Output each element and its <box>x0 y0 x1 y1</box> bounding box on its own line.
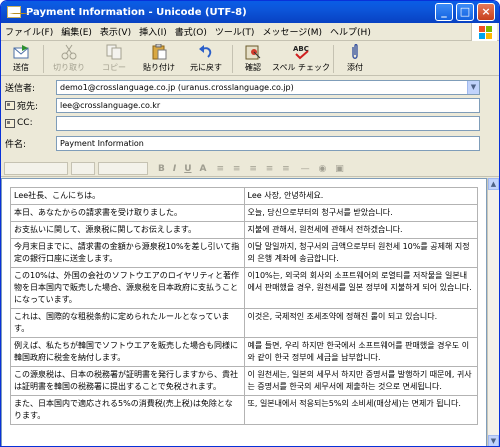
windows-logo-icon <box>471 23 497 41</box>
korean-cell[interactable]: 이것은, 국제적인 조세조약에 정해진 룰이 되고 있습니다. <box>243 308 478 338</box>
from-label: 送信者: <box>5 83 36 94</box>
korean-cell[interactable]: 오늘, 당신으로부터의 청구서를 받았습니다. <box>243 204 478 222</box>
bold-button[interactable]: B <box>158 164 165 174</box>
japanese-cell[interactable]: この10%は、外国の会社のソフトウエアのロイヤリティと著作物を日本国内で販売した… <box>10 267 245 309</box>
message-body[interactable]: Lee社長、こんにちは。 Lee 사장, 안녕하세요. 本日、あなたからの請求書を受… <box>1 178 487 446</box>
scissors-icon <box>61 44 77 60</box>
copy-icon <box>106 44 122 60</box>
translation-table: Lee社長、こんにちは。 Lee 사장, 안녕하세요. 本日、あなたからの請求書を受… <box>10 187 478 425</box>
table-row: 本日、あなたからの請求書を受け取りました。 오늘, 당신으로부터의 청구서를 받았… <box>10 204 478 222</box>
menu-view[interactable]: 表示(V) <box>96 25 135 38</box>
send-icon <box>13 45 29 59</box>
japanese-cell[interactable]: お支払いに関して、源泉税に関してお伝えします。 <box>10 221 245 239</box>
format-bar: B I U A ≡ ≡ ≡ ≡ ≡ — ◉ ▣ <box>1 161 499 177</box>
paperclip-icon <box>352 44 358 59</box>
email-compose-window: Payment Information - Unicode (UTF-8) _ … <box>0 0 500 447</box>
maximize-button[interactable]: □ <box>456 3 474 21</box>
table-row: これは、国際的な租税条約に定められたルールとなっています。 이것은, 국제적인 조… <box>10 308 478 338</box>
japanese-cell[interactable]: 本日、あなたからの請求書を受け取りました。 <box>10 204 245 222</box>
korean-cell[interactable]: 이10%는, 외국의 회사의 소프트웨어의 로열티를 저작물을 일본내에서 판매… <box>243 267 478 309</box>
toolbar-separator <box>232 45 233 73</box>
attach-button[interactable]: 添付 <box>336 42 374 74</box>
korean-cell[interactable]: 이달 말일까지, 청구서의 금액으로부터 원천세 10%를 공제해 지정의 은행… <box>243 238 478 268</box>
toolbar: 送信 切り取り コピー 貼り付け 元に戻す 確認 ABC スペル チェック 添付 <box>1 42 499 76</box>
to-field[interactable]: lee@crosslanguage.co.kr <box>56 97 480 113</box>
style-select[interactable] <box>98 162 148 175</box>
font-select[interactable] <box>4 162 68 175</box>
japanese-cell[interactable]: 例えば、私たちが韓国でソフトウエアを販売した場合も同様に韓国政府に税金を納付しま… <box>10 337 245 367</box>
japanese-cell[interactable]: これは、国際的な租税条約に定められたルールとなっています。 <box>10 308 245 338</box>
to-row: 宛先: lee@crosslanguage.co.kr <box>1 97 499 113</box>
menu-tools[interactable]: ツール(T) <box>211 25 259 38</box>
cut-button[interactable]: 切り取り <box>46 42 92 74</box>
toolbar-separator <box>333 45 334 73</box>
minimize-button[interactable]: _ <box>435 3 453 21</box>
check-names-button[interactable]: 確認 <box>235 42 271 74</box>
address-check-icon <box>245 45 261 60</box>
menu-insert[interactable]: 挿入(I) <box>135 25 171 38</box>
message-headers: 送信者: demo1@crosslanguage.co.jp (uranus.c… <box>1 77 499 159</box>
menu-format[interactable]: 書式(O) <box>171 25 211 38</box>
menu-file[interactable]: ファイル(F) <box>1 25 57 38</box>
korean-cell[interactable]: 또, 일본내에서 적응되는5%의 소비세(매상세)는 면제가 됩니다. <box>243 395 478 425</box>
vertical-scrollbar[interactable]: ▲ ▼ <box>487 178 499 446</box>
korean-cell[interactable]: 예를 들면, 우리 하지만 한국에서 소프트웨어를 판매했을 경우도 이와 같이… <box>243 337 478 367</box>
window-title: Payment Information - Unicode (UTF-8) <box>26 6 247 18</box>
korean-cell[interactable]: 지불에 관해서, 원천세에 관해서 전하겠습니다. <box>243 221 478 239</box>
table-row: また、日本国内で適応される5%の消費税(売上税)は免除となります。 또, 일본내에… <box>10 395 478 425</box>
subject-row: 件名: Payment Information <box>1 135 499 151</box>
undo-button[interactable]: 元に戻す <box>182 42 230 74</box>
close-button[interactable]: × <box>477 3 495 21</box>
underline-button[interactable]: U <box>184 164 191 174</box>
table-row: 例えば、私たちが韓国でソフトウエアを販売した場合も同様に韓国政府に税金を納付しま… <box>10 337 478 367</box>
spell-check-button[interactable]: ABC スペル チェック <box>271 42 331 74</box>
subject-label: 件名: <box>5 139 27 150</box>
cc-field[interactable] <box>56 115 480 131</box>
to-label-button[interactable]: 宛先: <box>5 99 38 112</box>
scroll-down-arrow[interactable]: ▼ <box>488 435 499 446</box>
address-book-icon <box>5 118 15 128</box>
toolbar-separator <box>43 45 44 73</box>
send-button[interactable]: 送信 <box>1 42 41 74</box>
from-row: 送信者: demo1@crosslanguage.co.jp (uranus.c… <box>1 79 499 95</box>
japanese-cell[interactable]: 今月末日までに、請求書の金額から源泉税10%を差し引いて指定の銀行口座に送金しま… <box>10 238 245 268</box>
menu-message[interactable]: メッセージ(M) <box>258 25 326 38</box>
chevron-down-icon[interactable]: ▼ <box>467 80 479 94</box>
address-book-icon <box>5 100 15 110</box>
envelope-icon <box>7 6 29 18</box>
subject-field[interactable]: Payment Information <box>56 135 480 151</box>
japanese-cell[interactable]: この源泉税は、日本の税務署が証明書を発行しますから、貴社は証明書を韓国の税務署に… <box>10 366 245 396</box>
menu-bar: ファイル(F) 編集(E) 表示(V) 挿入(I) 書式(O) ツール(T) メ… <box>1 23 499 41</box>
table-row: この源泉税は、日本の税務署が証明書を発行しますから、貴社は証明書を韓国の税務署に… <box>10 366 478 396</box>
insert-line-picture-icon[interactable]: — ◉ ▣ <box>301 164 347 174</box>
copy-button[interactable]: コピー <box>92 42 136 74</box>
clipboard-icon <box>152 44 167 60</box>
title-bar[interactable]: Payment Information - Unicode (UTF-8) _ … <box>1 1 499 23</box>
size-select[interactable] <box>71 162 95 175</box>
spell-check-icon: ABC <box>293 45 309 60</box>
japanese-cell[interactable]: Lee社長、こんにちは。 <box>10 187 245 205</box>
korean-cell[interactable]: 이 원천세는, 일본의 세무서 하지만 증명서를 발행하기 때문에, 귀사는 증… <box>243 366 478 396</box>
menu-help[interactable]: ヘルプ(H) <box>326 25 375 38</box>
paste-button[interactable]: 貼り付け <box>136 42 182 74</box>
cc-row: CC: <box>1 115 499 131</box>
table-row: この10%は、外国の会社のソフトウエアのロイヤリティと著作物を日本国内で販売した… <box>10 267 478 309</box>
cc-label-button[interactable]: CC: <box>5 118 33 128</box>
menu-edit[interactable]: 編集(E) <box>57 25 96 38</box>
korean-cell[interactable]: Lee 사장, 안녕하세요. <box>243 187 478 205</box>
table-row: Lee社長、こんにちは。 Lee 사장, 안녕하세요. <box>10 187 478 205</box>
table-row: 今月末日までに、請求書の金額から源泉税10%を差し引いて指定の銀行口座に送金しま… <box>10 238 478 268</box>
font-color-button[interactable]: A <box>200 164 207 174</box>
italic-button[interactable]: I <box>173 164 176 174</box>
from-select[interactable]: demo1@crosslanguage.co.jp (uranus.crossl… <box>56 79 480 95</box>
japanese-cell[interactable]: また、日本国内で適応される5%の消費税(売上税)は免除となります。 <box>10 395 245 425</box>
alignment-buttons-icon[interactable]: ≡ ≡ ≡ ≡ ≡ <box>217 164 293 174</box>
undo-icon <box>199 45 212 58</box>
table-row: お支払いに関して、源泉税に関してお伝えします。 지불에 관해서, 원천세에 관해서… <box>10 221 478 239</box>
scroll-up-arrow[interactable]: ▲ <box>488 178 499 190</box>
